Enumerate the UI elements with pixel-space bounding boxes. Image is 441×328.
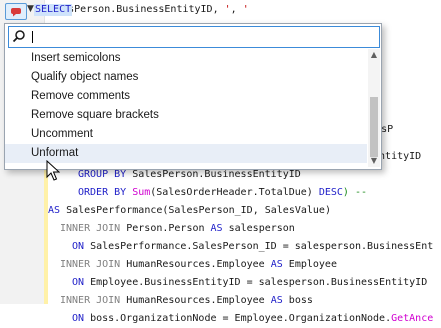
- selected-keyword: SELECT: [34, 4, 73, 16]
- code-token: INNER JOIN: [60, 223, 127, 234]
- code-token: AS: [210, 223, 229, 234]
- search-box[interactable]: [8, 26, 380, 48]
- search-input[interactable]: [31, 28, 371, 44]
- code-token: AS: [48, 205, 67, 216]
- chevron-down-icon[interactable]: ▼: [368, 155, 380, 167]
- code-line: INNER JOIN HumanResources.Employee AS bo…: [60, 292, 313, 310]
- code-token: Person.Person: [126, 223, 211, 234]
- code-token: ': [242, 4, 249, 15]
- scrollbar-thumb[interactable]: [370, 97, 378, 157]
- code-token: HumanResources.Employee: [126, 259, 271, 270]
- code-token: ,: [230, 4, 243, 15]
- code-token: ON: [72, 241, 91, 252]
- code-line: ORDER BY Sum(SalesOrderHeader.TotalDue) …: [78, 184, 367, 202]
- code-token: AS: [270, 259, 289, 270]
- code-line: ON Employee.BusinessEntityID = salespers…: [72, 274, 427, 292]
- action-item[interactable]: Remove comments: [5, 87, 367, 106]
- code-token: Employee: [288, 259, 337, 270]
- action-list: Insert semicolons Qualify object names Rem…: [5, 49, 367, 167]
- code-token: SalesPerformance(SalesPerson_ID, SalesVa…: [66, 205, 331, 216]
- action-item[interactable]: Qualify object names: [5, 68, 367, 87]
- code-token: ) --: [342, 187, 368, 198]
- code-token: DESC: [318, 187, 343, 198]
- code-token: ON: [72, 277, 91, 288]
- action-popup: Insert semicolons Qualify object names Rem…: [4, 23, 382, 170]
- code-token: SalesPerformance.SalesPerson_ID = salesp…: [90, 241, 434, 252]
- mouse-pointer-icon: [46, 160, 60, 181]
- action-item[interactable]: Insert semicolons: [5, 49, 367, 68]
- search-icon: [12, 30, 25, 43]
- code-token: INNER JOIN: [60, 295, 127, 306]
- action-item[interactable]: Remove square brackets: [5, 106, 367, 125]
- snippet-menu-icon: [11, 7, 21, 16]
- code-line: AS SalesPerformance(SalesPerson_ID, Sale…: [48, 202, 331, 220]
- code-line: SalesPerson.BusinessEntityID, ', ': [44, 1, 249, 19]
- code-line: INNER JOIN Person.Person AS salesperson: [60, 220, 295, 238]
- code-token: SalesPerson.BusinessEntityID: [132, 169, 301, 180]
- code-token: Sum: [132, 187, 151, 198]
- code-token: boss: [288, 295, 313, 306]
- code-token: boss.OrganizationNode = Employee.Organiz…: [90, 313, 392, 324]
- code-token: ON: [72, 313, 91, 324]
- code-token: GetAnce: [391, 313, 434, 324]
- chevron-up-icon[interactable]: ▲: [368, 49, 380, 61]
- code-line: ON boss.OrganizationNode = Employee.Orga…: [72, 310, 433, 328]
- code-line: INNER JOIN HumanResources.Employee AS Em…: [60, 256, 337, 274]
- chevron-down-icon[interactable]: ▼: [27, 4, 34, 14]
- code-token: (SalesOrderHeader.TotalDue): [150, 187, 319, 198]
- scrollbar[interactable]: ▲ ▼: [368, 49, 380, 167]
- code-token: INNER JOIN: [60, 259, 127, 270]
- code-line: ON SalesPerformance.SalesPerson_ID = sal…: [72, 238, 433, 256]
- text-caret: [32, 31, 33, 43]
- code-token: salesperson: [228, 223, 295, 234]
- action-item[interactable]: Uncomment: [5, 125, 367, 144]
- code-token: ORDER BY: [78, 187, 133, 198]
- code-token: Employee.BusinessEntityID = salesperson.…: [90, 277, 428, 288]
- code-token: HumanResources.Employee: [126, 295, 271, 306]
- code-token: AS: [270, 295, 289, 306]
- code-token: GROUP BY: [78, 169, 133, 180]
- snippet-menu-button[interactable]: [5, 3, 27, 20]
